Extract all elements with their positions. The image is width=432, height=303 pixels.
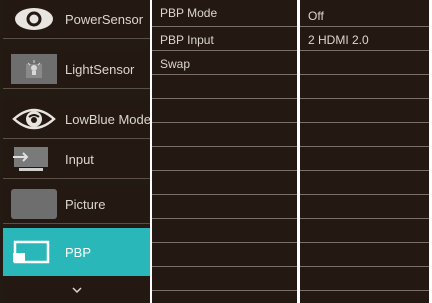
row-divider: [300, 266, 429, 267]
row-divider: [152, 26, 297, 27]
row-divider: [152, 194, 297, 195]
menu-label: LowBlue Mode: [65, 111, 151, 127]
row-divider: [300, 146, 429, 147]
row-divider: [300, 194, 429, 195]
row-divider: [152, 98, 297, 99]
row-divider: [300, 170, 429, 171]
row-divider: [300, 74, 429, 75]
light-sensor-icon: [11, 54, 57, 84]
chevron-down-icon: [71, 284, 83, 296]
row-divider: [152, 290, 297, 291]
picture-icon: [11, 189, 57, 219]
menu-label: PBP: [65, 244, 92, 260]
row-divider: [152, 170, 297, 171]
eye-icon: [11, 4, 57, 34]
menu-item-picture[interactable]: Picture: [3, 185, 150, 224]
row-divider: [152, 122, 297, 123]
row-divider: [152, 218, 297, 219]
row-divider: [152, 50, 297, 51]
menu-item-lowblue-mode[interactable]: LowBlue Mode: [3, 100, 151, 139]
submenu-panel: PBP Mode PBP Input Swap: [152, 0, 297, 303]
value-item-hdmi[interactable]: 2 HDMI 2.0: [308, 33, 369, 47]
menu-item-pbp[interactable]: PBP: [3, 228, 150, 276]
more-items-bar[interactable]: [3, 277, 150, 303]
menu-label: Input: [65, 151, 94, 167]
menu-item-powersensor[interactable]: PowerSensor: [3, 0, 150, 39]
row-divider: [300, 122, 429, 123]
values-panel: Off 2 HDMI 2.0: [300, 0, 429, 303]
row-divider: [300, 98, 429, 99]
row-divider: [300, 218, 429, 219]
row-divider: [152, 266, 297, 267]
submenu-item-swap[interactable]: Swap: [160, 57, 190, 71]
osd-menu: PowerSensor LightSensor LowBlue Mode Inp…: [0, 0, 432, 303]
row-divider: [152, 146, 297, 147]
row-divider: [152, 74, 297, 75]
menu-label: LightSensor: [65, 61, 135, 77]
pbp-icon: [11, 237, 57, 267]
value-item-off[interactable]: Off: [308, 9, 324, 23]
row-divider: [152, 242, 297, 243]
menu-label: Picture: [65, 196, 106, 212]
submenu-item-pbp-input[interactable]: PBP Input: [160, 33, 214, 47]
input-icon: [11, 144, 57, 174]
submenu-item-pbp-mode[interactable]: PBP Mode: [160, 6, 217, 20]
row-divider: [300, 290, 429, 291]
menu-item-input[interactable]: Input: [3, 140, 150, 179]
row-divider: [300, 242, 429, 243]
row-divider: [300, 50, 429, 51]
row-divider: [300, 26, 429, 27]
eye-outline-icon: [11, 104, 57, 134]
menu-label: PowerSensor: [65, 11, 144, 27]
menu-item-lightsensor[interactable]: LightSensor: [3, 50, 150, 89]
